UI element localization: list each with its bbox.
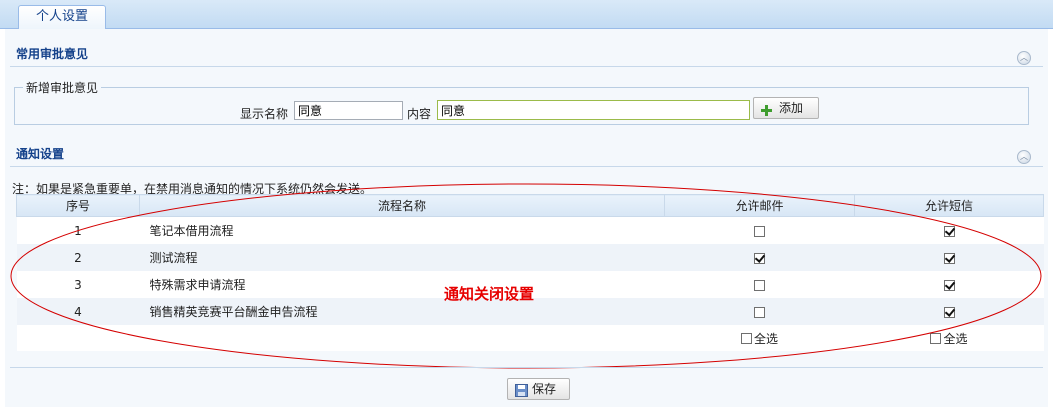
column-header-email: 允许邮件	[664, 194, 855, 217]
select-all-sms-label: 全选	[943, 331, 968, 346]
save-icon	[515, 383, 528, 397]
select-all-email-label: 全选	[753, 331, 778, 346]
column-header-name: 流程名称	[139, 194, 665, 217]
email-checkbox[interactable]	[754, 252, 765, 264]
content-label: 内容	[407, 107, 432, 121]
column-header-no: 序号	[16, 194, 140, 217]
add-button-label: 添加	[779, 101, 804, 115]
select-all-email-checkbox[interactable]	[740, 332, 752, 344]
content-input[interactable]	[437, 100, 750, 120]
email-checkbox[interactable]	[754, 225, 765, 237]
display-name-label: 显示名称	[240, 107, 289, 121]
sms-checkbox[interactable]	[943, 225, 955, 237]
sms-checkbox[interactable]	[943, 306, 955, 318]
row-number: 4	[16, 298, 140, 325]
tab-personal-settings[interactable]: 个人设置	[18, 5, 106, 29]
select-all-sms-checkbox[interactable]	[930, 332, 942, 344]
add-button[interactable]: 添加	[753, 97, 819, 119]
column-header-sms: 允许短信	[854, 194, 1044, 217]
row-number: 2	[16, 244, 140, 271]
email-checkbox[interactable]	[754, 306, 765, 318]
approval-section-title: 常用审批意见	[16, 47, 89, 61]
section-divider	[10, 166, 1043, 167]
add-approval-legend: 新增审批意见	[26, 81, 99, 95]
table-row: 3 特殊需求申请流程	[16, 271, 1044, 298]
sms-checkbox[interactable]	[943, 252, 955, 264]
display-name-input[interactable]	[294, 101, 403, 120]
process-name: 特殊需求申请流程	[139, 271, 665, 298]
section-divider	[10, 367, 1043, 368]
process-name: 测试流程	[139, 244, 665, 271]
table-row: 1 笔记本借用流程	[16, 216, 1044, 244]
row-number: 1	[16, 216, 140, 244]
notify-table: 序号 流程名称 允许邮件 允许短信 1 笔记本借用流程 2 测试流程 3 特殊需…	[16, 194, 1044, 351]
table-header-row: 序号 流程名称 允许邮件 允许短信	[16, 194, 1044, 217]
sms-checkbox[interactable]	[943, 279, 955, 291]
plus-icon	[761, 102, 772, 116]
email-checkbox[interactable]	[754, 279, 765, 291]
row-number: 3	[16, 271, 140, 298]
tab-bar: 个人设置	[0, 0, 1053, 29]
notify-section-title: 通知设置	[16, 147, 65, 161]
save-button-label: 保存	[532, 382, 557, 396]
process-name: 销售精英竞赛平台酬金申告流程	[139, 298, 665, 325]
collapse-approval-icon[interactable]: ︿	[1017, 51, 1031, 65]
table-row: 4 销售精英竞赛平台酬金申告流程	[16, 298, 1044, 325]
collapse-notify-icon[interactable]: ︿	[1017, 150, 1031, 164]
process-name: 笔记本借用流程	[139, 216, 665, 244]
select-all-row: 全选 全选	[16, 325, 1044, 351]
section-divider	[10, 66, 1043, 67]
table-row: 2 测试流程	[16, 244, 1044, 271]
save-button[interactable]: 保存	[507, 378, 570, 400]
